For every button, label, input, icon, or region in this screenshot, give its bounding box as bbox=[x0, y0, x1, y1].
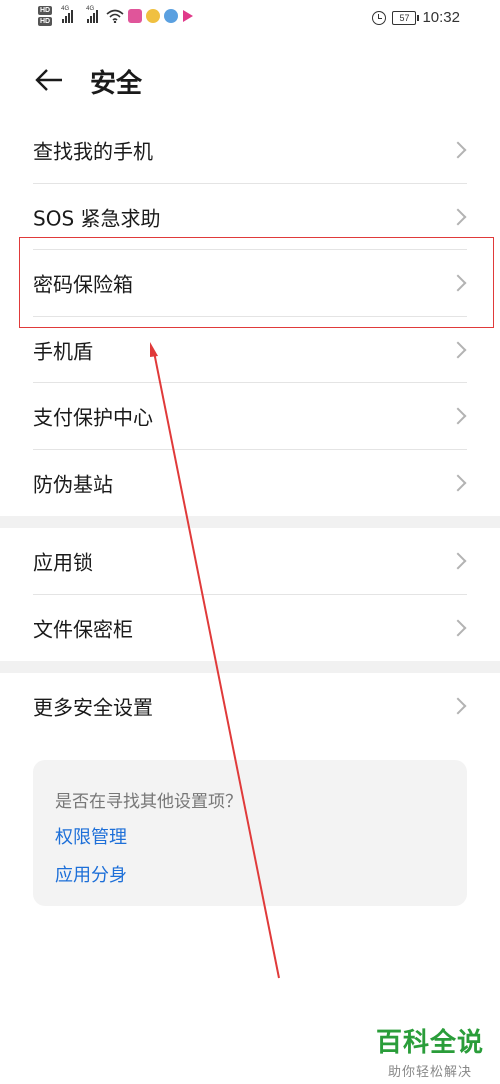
app-notification-icon bbox=[128, 9, 143, 23]
wifi-icon bbox=[106, 9, 124, 23]
app-notification-icon bbox=[146, 9, 161, 23]
arrow-left-icon bbox=[35, 69, 62, 91]
page-header: 安全 bbox=[0, 50, 500, 110]
suggestion-question: 是否在寻找其他设置项？ bbox=[55, 792, 242, 812]
chevron-right-icon bbox=[449, 274, 467, 292]
link-permission-management[interactable]: 权限管理 bbox=[55, 823, 127, 849]
hd-badge: HD bbox=[38, 17, 53, 26]
watermark-logo: 百科全说 助你轻松解决 bbox=[376, 1022, 484, 1080]
watermark-subtitle: 助你轻松解决 bbox=[387, 1065, 472, 1080]
settings-item-label: 手机盾 bbox=[33, 339, 93, 364]
group-separator bbox=[0, 516, 500, 528]
settings-item-label: 应用锁 bbox=[33, 550, 93, 575]
page-title: 安全 bbox=[90, 69, 143, 99]
settings-item-payment-protection[interactable]: 支付保护中心 bbox=[0, 383, 500, 450]
status-icons-right: 57 10:32 bbox=[372, 9, 460, 26]
hd-badge: HD bbox=[38, 6, 53, 15]
clock-time: 10:32 bbox=[422, 9, 460, 26]
network-type-label: 4G bbox=[86, 6, 95, 12]
settings-item-anti-fake-base-station[interactable]: 防伪基站 bbox=[0, 450, 500, 517]
chevron-right-icon bbox=[449, 407, 467, 425]
settings-item-label: 密码保险箱 bbox=[33, 272, 133, 297]
chevron-right-icon bbox=[449, 208, 467, 226]
settings-item-label: 防伪基站 bbox=[33, 472, 113, 497]
settings-group-privacy: 应用锁 文件保密柜 bbox=[0, 528, 500, 661]
suggestion-card: 是否在寻找其他设置项？ 权限管理 应用分身 bbox=[33, 760, 467, 906]
network-type-label: 4G bbox=[61, 6, 70, 12]
signal-icon: 4G bbox=[86, 6, 99, 23]
group-separator bbox=[0, 661, 500, 673]
chevron-right-icon bbox=[449, 697, 467, 715]
app-notification-icon bbox=[164, 9, 179, 23]
back-button[interactable] bbox=[30, 62, 66, 98]
settings-item-more-security[interactable]: 更多安全设置 bbox=[0, 673, 500, 740]
settings-list: 查找我的手机 SOS 紧急求助 密码保险箱 手机盾 支付保护中心 防伪基站 应用… bbox=[0, 117, 500, 740]
chevron-right-icon bbox=[449, 552, 467, 570]
chevron-right-icon bbox=[449, 141, 467, 159]
signal-icon: 4G bbox=[61, 6, 74, 23]
settings-item-label: SOS 紧急求助 bbox=[33, 206, 161, 231]
alarm-clock-icon bbox=[372, 10, 387, 25]
settings-item-label: 更多安全设置 bbox=[33, 695, 153, 720]
settings-item-file-safe[interactable]: 文件保密柜 bbox=[0, 595, 500, 662]
link-app-twin[interactable]: 应用分身 bbox=[55, 861, 127, 887]
settings-item-label: 查找我的手机 bbox=[33, 139, 153, 164]
chevron-right-icon bbox=[449, 474, 467, 492]
battery-icon: 57 bbox=[392, 10, 420, 25]
settings-group-security: 查找我的手机 SOS 紧急求助 密码保险箱 手机盾 支付保护中心 防伪基站 bbox=[0, 117, 500, 516]
settings-item-sos[interactable]: SOS 紧急求助 bbox=[0, 184, 500, 250]
play-icon bbox=[183, 10, 194, 22]
hd-indicators: HD HD bbox=[38, 6, 53, 26]
settings-group-more: 更多安全设置 bbox=[0, 673, 500, 740]
settings-item-label: 支付保护中心 bbox=[33, 405, 153, 430]
settings-item-phone-shield[interactable]: 手机盾 bbox=[0, 317, 500, 383]
chevron-right-icon bbox=[449, 619, 467, 637]
settings-item-password-vault[interactable]: 密码保险箱 bbox=[0, 250, 500, 317]
watermark-title: 百科全说 bbox=[375, 1028, 484, 1058]
status-icons-left: HD HD 4G 4G bbox=[38, 6, 194, 26]
settings-item-app-lock[interactable]: 应用锁 bbox=[0, 528, 500, 595]
settings-item-find-my-phone[interactable]: 查找我的手机 bbox=[0, 117, 500, 184]
status-bar: HD HD 4G 4G 57 10:32 bbox=[0, 0, 500, 38]
chevron-right-icon bbox=[449, 341, 467, 359]
settings-item-label: 文件保密柜 bbox=[33, 617, 133, 642]
